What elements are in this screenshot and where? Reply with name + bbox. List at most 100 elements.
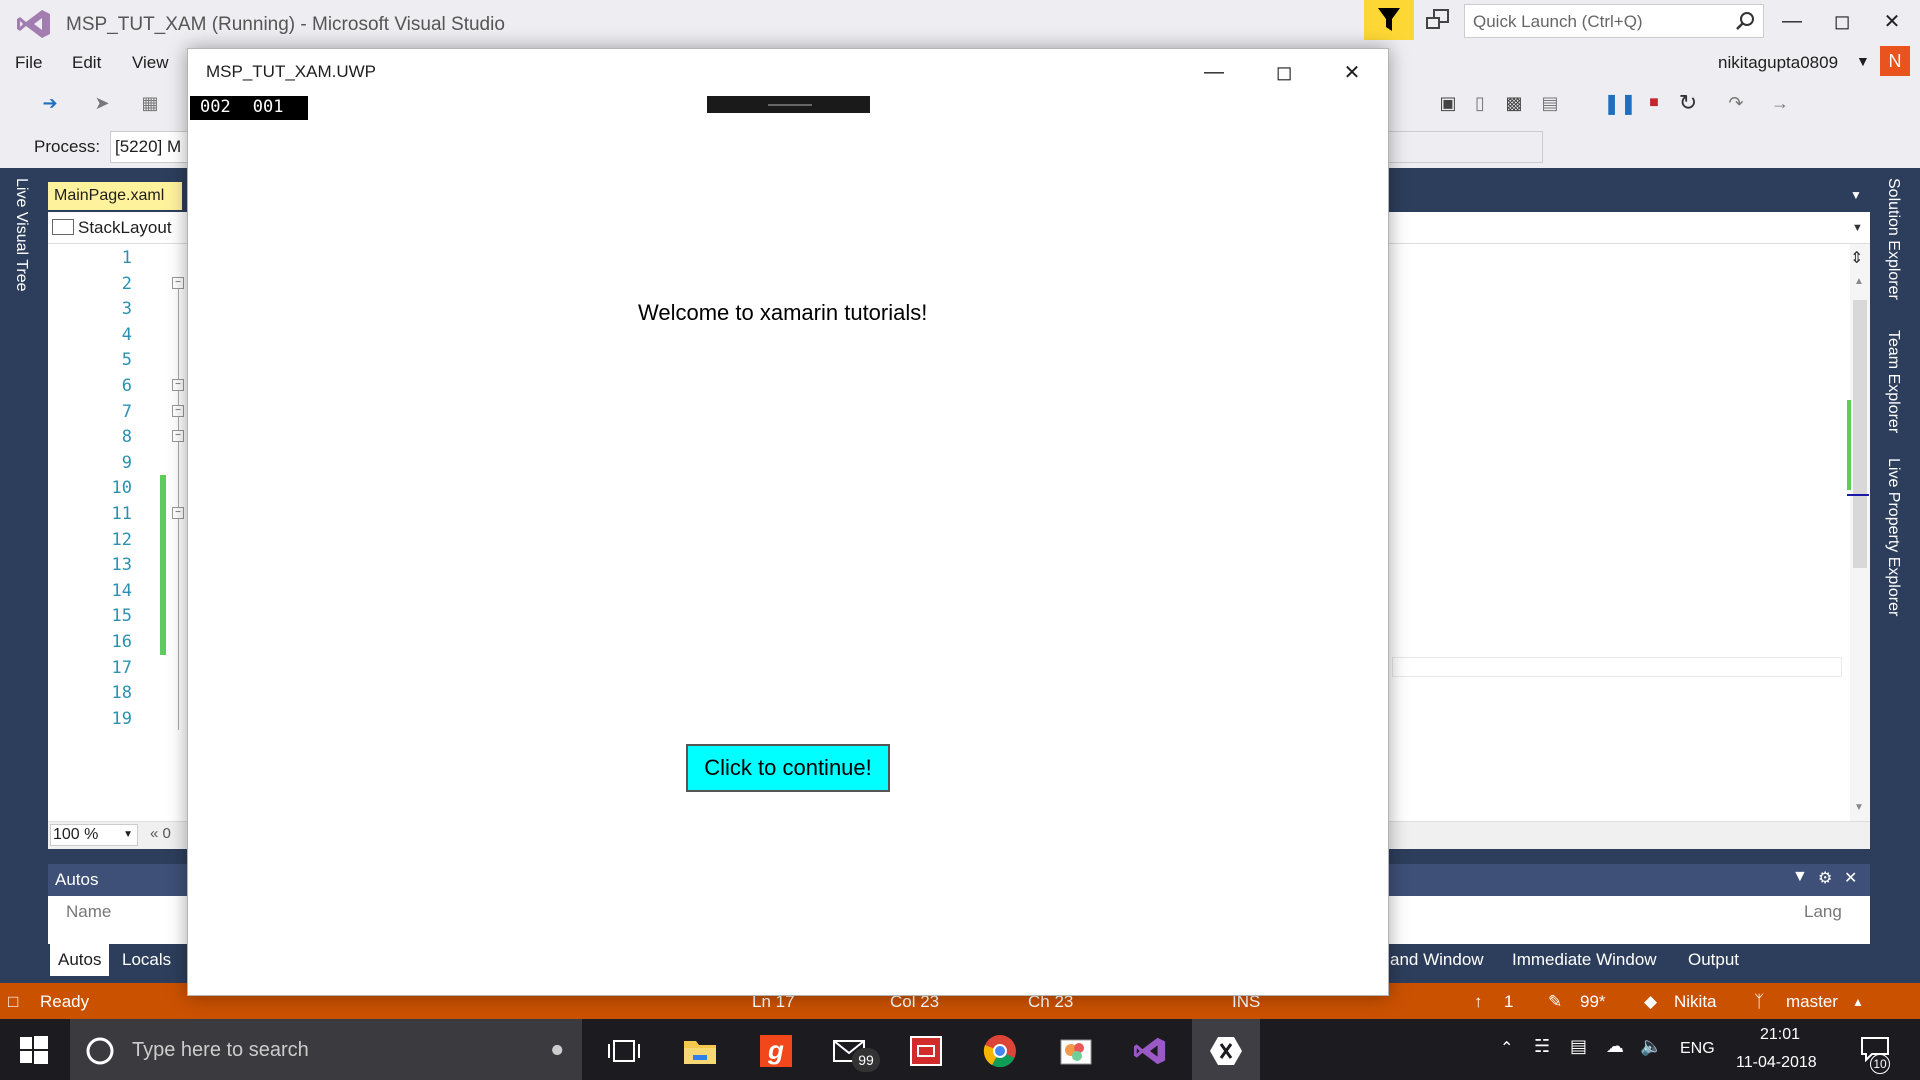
repo-icon[interactable]: ◆: [1644, 992, 1657, 1012]
line-number: 19: [111, 708, 132, 729]
line-number: 9: [121, 452, 132, 473]
pin-icon[interactable]: ⚙: [1818, 868, 1832, 888]
restart-icon[interactable]: ↻: [1674, 89, 1702, 117]
notification-filter-icon[interactable]: [1364, 0, 1414, 40]
scrollbar-change-marker: [1847, 400, 1851, 490]
pencil-icon[interactable]: ✎: [1548, 992, 1562, 1012]
windows-start-icon[interactable]: [20, 1036, 48, 1064]
notification-count-badge: 10: [1870, 1054, 1890, 1074]
clock-date[interactable]: 11-04-2018: [1736, 1054, 1817, 1072]
line-number: 18: [111, 683, 132, 704]
stop-icon[interactable]: ■: [1640, 89, 1668, 117]
feedback-icon[interactable]: [1424, 8, 1452, 34]
collapse-icon[interactable]: −: [172, 430, 184, 442]
nav-element-dropdown[interactable]: StackLayout: [52, 218, 172, 238]
collapse-icon[interactable]: −: [172, 507, 184, 519]
scroll-down-icon[interactable]: ▼: [1854, 802, 1864, 813]
menu-file[interactable]: File: [15, 53, 42, 73]
quick-launch-input[interactable]: Quick Launch (Ctrl+Q): [1464, 4, 1764, 38]
push-count[interactable]: 1: [1504, 992, 1513, 1012]
push-arrow-icon[interactable]: ↑: [1474, 992, 1483, 1012]
tab-locals[interactable]: Locals: [116, 948, 177, 972]
scrollbar-thumb[interactable]: [1853, 300, 1867, 568]
microphone-icon[interactable]: ⚫: [548, 1038, 566, 1064]
collapse-icon[interactable]: −: [172, 379, 184, 391]
paint-icon[interactable]: [1056, 1031, 1096, 1071]
collapse-icon[interactable]: −: [172, 277, 184, 289]
clock-time[interactable]: 21:01: [1760, 1026, 1800, 1044]
vs-close-button[interactable]: ✕: [1870, 4, 1914, 38]
g-app-icon[interactable]: g: [756, 1031, 796, 1071]
wifi-icon[interactable]: ☵: [1534, 1036, 1550, 1057]
pause-icon[interactable]: ❚❚: [1603, 89, 1637, 117]
app-window-title: MSP_TUT_XAM.UWP: [206, 62, 377, 81]
vs-maximize-button[interactable]: ◻: [1820, 4, 1864, 38]
welcome-label: Welcome to xamarin tutorials!: [638, 300, 928, 325]
file-explorer-icon[interactable]: [680, 1031, 720, 1071]
xamarin-icon[interactable]: [1206, 1031, 1246, 1071]
tab-solution-explorer[interactable]: Solution Explorer: [1884, 178, 1902, 300]
menu-edit[interactable]: Edit: [72, 53, 101, 73]
repo-user[interactable]: Nikita: [1674, 992, 1717, 1012]
show-hidden-icons-chevron-icon[interactable]: ⌃: [1500, 1038, 1513, 1058]
pane-dropdown-icon[interactable]: ▼: [1792, 868, 1808, 886]
tab-live-visual-tree[interactable]: Live Visual Tree: [12, 178, 30, 292]
chevron-down-icon[interactable]: ▼: [1856, 53, 1870, 69]
tab-output[interactable]: Output: [1682, 948, 1745, 972]
scroll-up-icon[interactable]: ▲: [1854, 276, 1864, 287]
device-icon[interactable]: ▯: [1466, 89, 1494, 117]
tab-live-property-explorer[interactable]: Live Property Explorer: [1884, 458, 1902, 616]
layout-icon[interactable]: ▩: [1500, 89, 1528, 117]
app-minimize-button[interactable]: —: [1190, 56, 1238, 88]
close-icon[interactable]: ✕: [1844, 868, 1857, 888]
stack-frame-select[interactable]: [1388, 131, 1543, 163]
line-number: 17: [111, 657, 132, 678]
vs-minimize-button[interactable]: —: [1770, 4, 1814, 38]
branch-name[interactable]: master: [1786, 992, 1838, 1012]
split-editor-icon[interactable]: ⇕: [1850, 248, 1863, 268]
tab-immediate-window[interactable]: Immediate Window: [1506, 948, 1663, 972]
visual-studio-icon[interactable]: [1130, 1031, 1170, 1071]
cortana-icon[interactable]: [84, 1035, 116, 1067]
status-icon: □: [8, 992, 19, 1011]
zoom-select[interactable]: 100 % ▼: [50, 824, 138, 846]
monitor-icon[interactable]: ▣: [1434, 89, 1462, 117]
input-language[interactable]: ENG: [1680, 1040, 1715, 1058]
column-header-lang[interactable]: Lang: [1804, 902, 1842, 922]
tab-mainpage-xaml[interactable]: MainPage.xaml: [48, 182, 182, 210]
new-project-icon[interactable]: ▦: [136, 89, 164, 117]
task-view-icon[interactable]: [604, 1031, 644, 1071]
step-next-icon[interactable]: →: [1766, 89, 1794, 117]
branch-icon[interactable]: ᛉ: [1754, 992, 1764, 1012]
nav-chevron-down-icon[interactable]: ▼: [1852, 222, 1863, 234]
account-name[interactable]: nikitagupta0809: [1718, 53, 1838, 73]
battery-icon[interactable]: ▤: [1570, 1036, 1587, 1057]
chrome-icon[interactable]: [980, 1031, 1020, 1071]
errors-indicator[interactable]: « 0: [150, 825, 171, 842]
frame-rate-counter: 002 001: [190, 96, 308, 120]
app-close-button[interactable]: ✕: [1328, 56, 1376, 88]
volume-icon[interactable]: 🔈: [1640, 1036, 1662, 1057]
stack-icon[interactable]: ▤: [1536, 89, 1564, 117]
tab-list-chevron-icon[interactable]: ▼: [1850, 188, 1862, 202]
process-select[interactable]: [5220] M: [110, 131, 190, 163]
column-header-name[interactable]: Name: [66, 902, 111, 922]
collapse-icon[interactable]: −: [172, 405, 184, 417]
menu-view[interactable]: View: [132, 53, 169, 73]
editor-current-line: [1392, 657, 1842, 677]
news-icon[interactable]: [906, 1031, 946, 1071]
avatar[interactable]: N: [1880, 46, 1910, 76]
line-number: 11: [111, 503, 132, 524]
app-maximize-button[interactable]: ◻: [1260, 56, 1308, 88]
line-number: 12: [111, 529, 132, 550]
tab-autos[interactable]: Autos: [50, 944, 110, 976]
onedrive-cloud-icon[interactable]: ☁: [1606, 1036, 1624, 1057]
forward-arrow-icon[interactable]: ➤: [88, 89, 116, 117]
pending-changes-count[interactable]: 99*: [1580, 992, 1606, 1012]
tab-command-window[interactable]: and Window: [1384, 948, 1490, 972]
back-arrow-icon[interactable]: ➔: [36, 89, 64, 117]
hot-reload-icon[interactable]: ↷: [1722, 89, 1750, 117]
branch-up-icon[interactable]: ▲: [1852, 995, 1864, 1009]
continue-button[interactable]: Click to continue!: [686, 744, 890, 792]
tab-team-explorer[interactable]: Team Explorer: [1884, 330, 1902, 433]
